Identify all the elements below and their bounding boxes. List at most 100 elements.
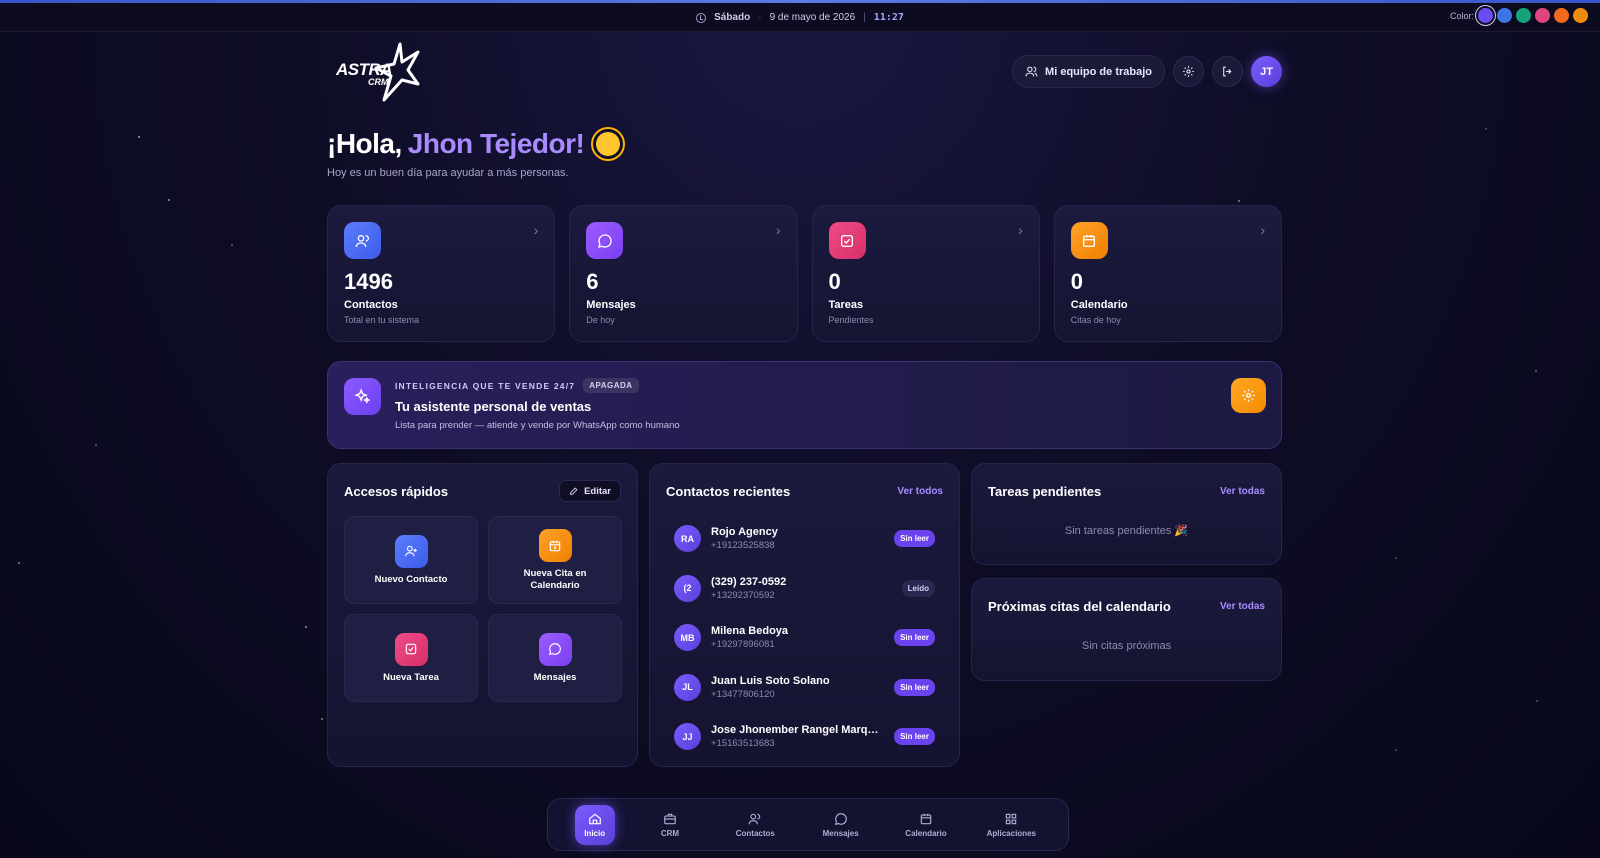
avatar: MB — [674, 624, 701, 652]
stat-card-contacts[interactable]: 1496 Contactos Total en tu sistema › — [327, 205, 556, 342]
stat-sublabel: De hoy — [586, 315, 615, 325]
nav-apps[interactable]: Aplicaciones — [981, 805, 1041, 845]
current-date: 9 de mayo de 2026 — [769, 12, 856, 23]
team-button-label: Mi equipo de trabajo — [1045, 65, 1152, 78]
swatch-green[interactable] — [1516, 8, 1531, 23]
users-icon — [344, 222, 381, 259]
list-item[interactable]: JJ Jose Jhonember Rangel Marqui... +15163… — [666, 712, 943, 762]
greeting-user-name: Jhon Tejedor! — [407, 128, 585, 159]
status-badge: Sin leer — [894, 678, 935, 696]
view-all-contacts-link[interactable]: Ver todos — [897, 486, 943, 497]
avatar: RA — [674, 525, 701, 553]
contact-phone: +13292370592 — [711, 589, 775, 601]
message-icon — [538, 632, 572, 666]
separator-dot: · — [758, 12, 762, 23]
appointments-title: Próximas citas del calendario — [988, 599, 1171, 614]
pending-tasks-panel: Tareas pendientes Ver todas Sin tareas p… — [971, 463, 1282, 565]
top-status-bar: Sábado · 9 de mayo de 2026 | 11:27 Color… — [0, 3, 1600, 32]
stat-label: Tareas — [828, 299, 864, 311]
user-avatar[interactable]: JT — [1251, 56, 1282, 87]
color-label: Color: — [1449, 10, 1474, 21]
sun-icon — [596, 132, 621, 156]
logout-button[interactable] — [1212, 56, 1243, 87]
nav-messages[interactable]: Mensajes — [811, 805, 871, 845]
settings-button[interactable] — [1173, 56, 1204, 87]
ai-settings-button[interactable] — [1231, 378, 1266, 413]
nav-home[interactable]: Inicio — [574, 804, 615, 845]
theme-color-picker: Color: — [1450, 8, 1588, 23]
quick-access-grid: Nuevo Contacto Nueva Cita en Calendario … — [344, 516, 622, 702]
contact-name: Rojo Agency — [711, 526, 778, 539]
contact-phone: +15163513683 — [711, 738, 775, 750]
swatch-pink[interactable] — [1535, 8, 1550, 23]
contact-name: (329) 237-0592 — [711, 575, 787, 588]
avatar: JJ — [674, 723, 701, 751]
chevron-right-icon: › — [775, 222, 781, 238]
quick-access-title: Accesos rápidos — [344, 484, 449, 499]
nav-label: CRM — [660, 828, 680, 838]
upcoming-appointments-panel: Próximas citas del calendario Ver todas … — [971, 578, 1282, 681]
user-plus-icon — [394, 534, 428, 568]
view-all-appointments-link[interactable]: Ver todas — [1220, 601, 1265, 612]
pending-tasks-title: Tareas pendientes — [988, 484, 1102, 499]
grid-icon — [1006, 813, 1017, 824]
swatch-purple[interactable] — [1478, 8, 1493, 23]
quick-access-panel: Accesos rápidos Editar Nuevo Contacto Nu… — [327, 463, 638, 767]
clock-icon — [696, 12, 707, 23]
logout-icon — [1223, 66, 1232, 77]
gear-icon — [1242, 389, 1255, 402]
quick-messages[interactable]: Mensajes — [488, 614, 622, 702]
quick-label: Nuevo Contacto — [374, 573, 448, 585]
astra-crm-logo[interactable]: ASTRA CRM — [336, 42, 426, 102]
stat-card-tasks[interactable]: 0 Tareas Pendientes › — [811, 205, 1040, 342]
swatch-amber[interactable] — [1573, 8, 1588, 23]
page-title: ¡Hola, Jhon Tejedor! — [327, 128, 621, 160]
stat-label: Calendario — [1070, 299, 1128, 311]
users-icon — [1025, 66, 1038, 77]
greeting-hello: ¡Hola, — [327, 128, 402, 159]
quick-new-appointment[interactable]: Nueva Cita en Calendario — [488, 516, 622, 604]
contact-name: Milena Bedoya — [711, 625, 789, 638]
current-time: 11:27 — [873, 12, 904, 23]
list-item[interactable]: RA Rojo Agency +19123525838 Sin leer — [666, 514, 943, 564]
swatch-orange[interactable] — [1554, 8, 1569, 23]
bottom-navigation: Inicio CRM Contactos Mensajes Calendario… — [547, 798, 1069, 851]
nav-calendar[interactable]: Calendario — [896, 805, 956, 845]
contact-name: Juan Luis Soto Solano — [711, 674, 830, 687]
tasks-empty-state: Sin tareas pendientes 🎉 — [1064, 525, 1189, 537]
briefcase-icon — [664, 813, 676, 824]
quick-new-task[interactable]: Nueva Tarea — [344, 614, 478, 702]
swatch-blue[interactable] — [1497, 8, 1512, 23]
status-badge: Sin leer — [894, 728, 935, 746]
task-icon — [828, 222, 866, 259]
contact-name: Jose Jhonember Rangel Marqui... — [711, 724, 885, 737]
list-item[interactable]: JL Juan Luis Soto Solano +13477806120 Sin… — [666, 663, 943, 713]
stat-value: 1496 — [344, 269, 393, 294]
nav-label: Contactos — [735, 828, 775, 838]
status-badge: Leído — [901, 579, 935, 597]
quick-new-contact[interactable]: Nuevo Contacto — [344, 516, 478, 604]
nav-label: Inicio — [584, 828, 606, 838]
edit-quick-access-button[interactable]: Editar — [559, 480, 621, 502]
nav-crm[interactable]: CRM — [640, 805, 700, 845]
nav-contacts[interactable]: Contactos — [725, 805, 785, 845]
team-button[interactable]: Mi equipo de trabajo — [1012, 55, 1165, 88]
recent-contacts-list: RA Rojo Agency +19123525838 Sin leer (2 (… — [666, 514, 943, 762]
status-badge: Sin leer — [894, 530, 935, 548]
logo-secondary-text: CRM — [368, 77, 389, 87]
list-item[interactable]: MB Milena Bedoya +19297896081 Sin leer — [666, 613, 943, 663]
stat-card-calendar[interactable]: 0 Calendario Citas de hoy › — [1053, 205, 1282, 342]
calendar-icon — [1070, 222, 1108, 259]
ai-assistant-banner[interactable]: INTELIGENCIA QUE TE VENDE 24/7 APAGADA T… — [327, 361, 1282, 449]
avatar: JL — [674, 673, 701, 701]
greeting-subtitle: Hoy es un buen día para ayudar a más per… — [327, 167, 569, 179]
stat-card-messages[interactable]: 6 Mensajes De hoy › — [569, 205, 798, 342]
list-item[interactable]: (2 (329) 237-0592 +13292370592 Leído — [666, 564, 943, 614]
view-all-tasks-link[interactable]: Ver todas — [1220, 486, 1265, 497]
nav-label: Calendario — [905, 828, 947, 838]
stat-label: Mensajes — [586, 299, 636, 311]
quick-label: Nueva Cita en Calendario — [523, 568, 587, 591]
chevron-right-icon: › — [1018, 222, 1023, 238]
stats-row: 1496 Contactos Total en tu sistema › 6 M… — [327, 205, 1282, 342]
date-time-display: Sábado · 9 de mayo de 2026 | 11:27 — [0, 3, 1600, 32]
